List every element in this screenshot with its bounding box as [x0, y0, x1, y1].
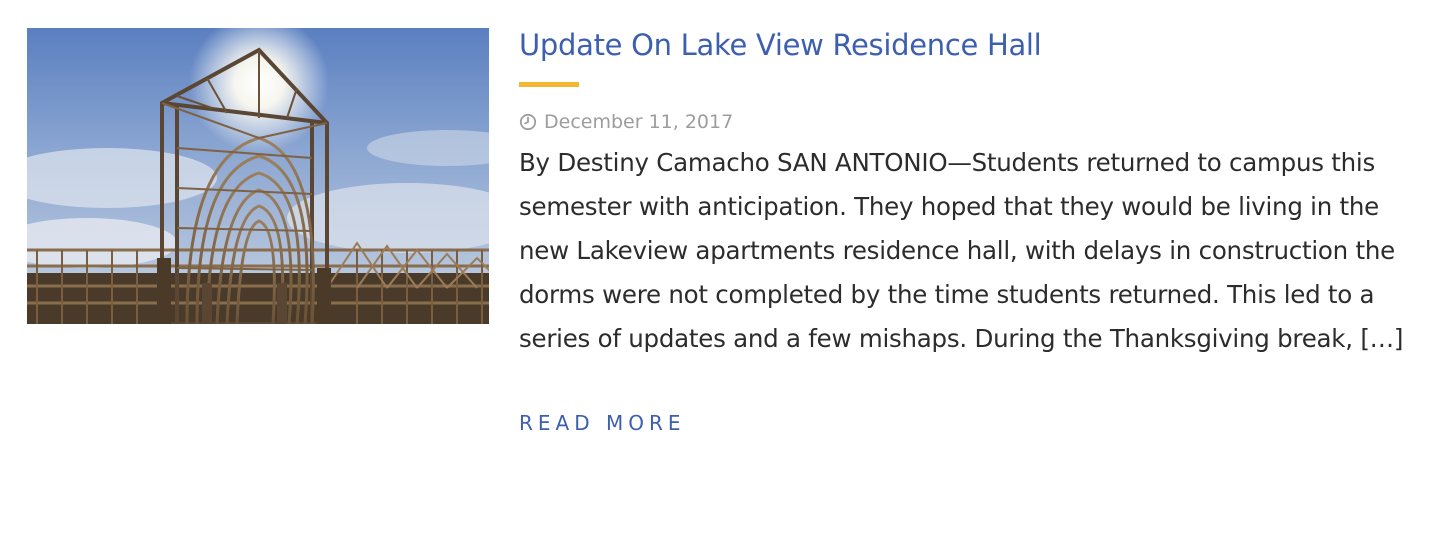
post-date: December 11, 2017 [544, 111, 734, 133]
post-meta: December 11, 2017 [519, 109, 1429, 135]
construction-photo [27, 28, 489, 324]
post-excerpt: By Destiny Camacho SAN ANTONIO—Students … [519, 141, 1424, 361]
excerpt-more-link[interactable]: […] [1360, 324, 1403, 353]
title-accent-rule [519, 82, 579, 87]
post-excerpt-text: By Destiny Camacho SAN ANTONIO—Students … [519, 148, 1395, 353]
post-title[interactable]: Update On Lake View Residence Hall [519, 26, 1429, 64]
post-thumbnail-link[interactable] [27, 28, 489, 324]
post-content: Update On Lake View Residence Hall Decem… [519, 26, 1429, 435]
clock-icon [519, 113, 537, 131]
read-more-link[interactable]: READ MORE [519, 411, 686, 435]
